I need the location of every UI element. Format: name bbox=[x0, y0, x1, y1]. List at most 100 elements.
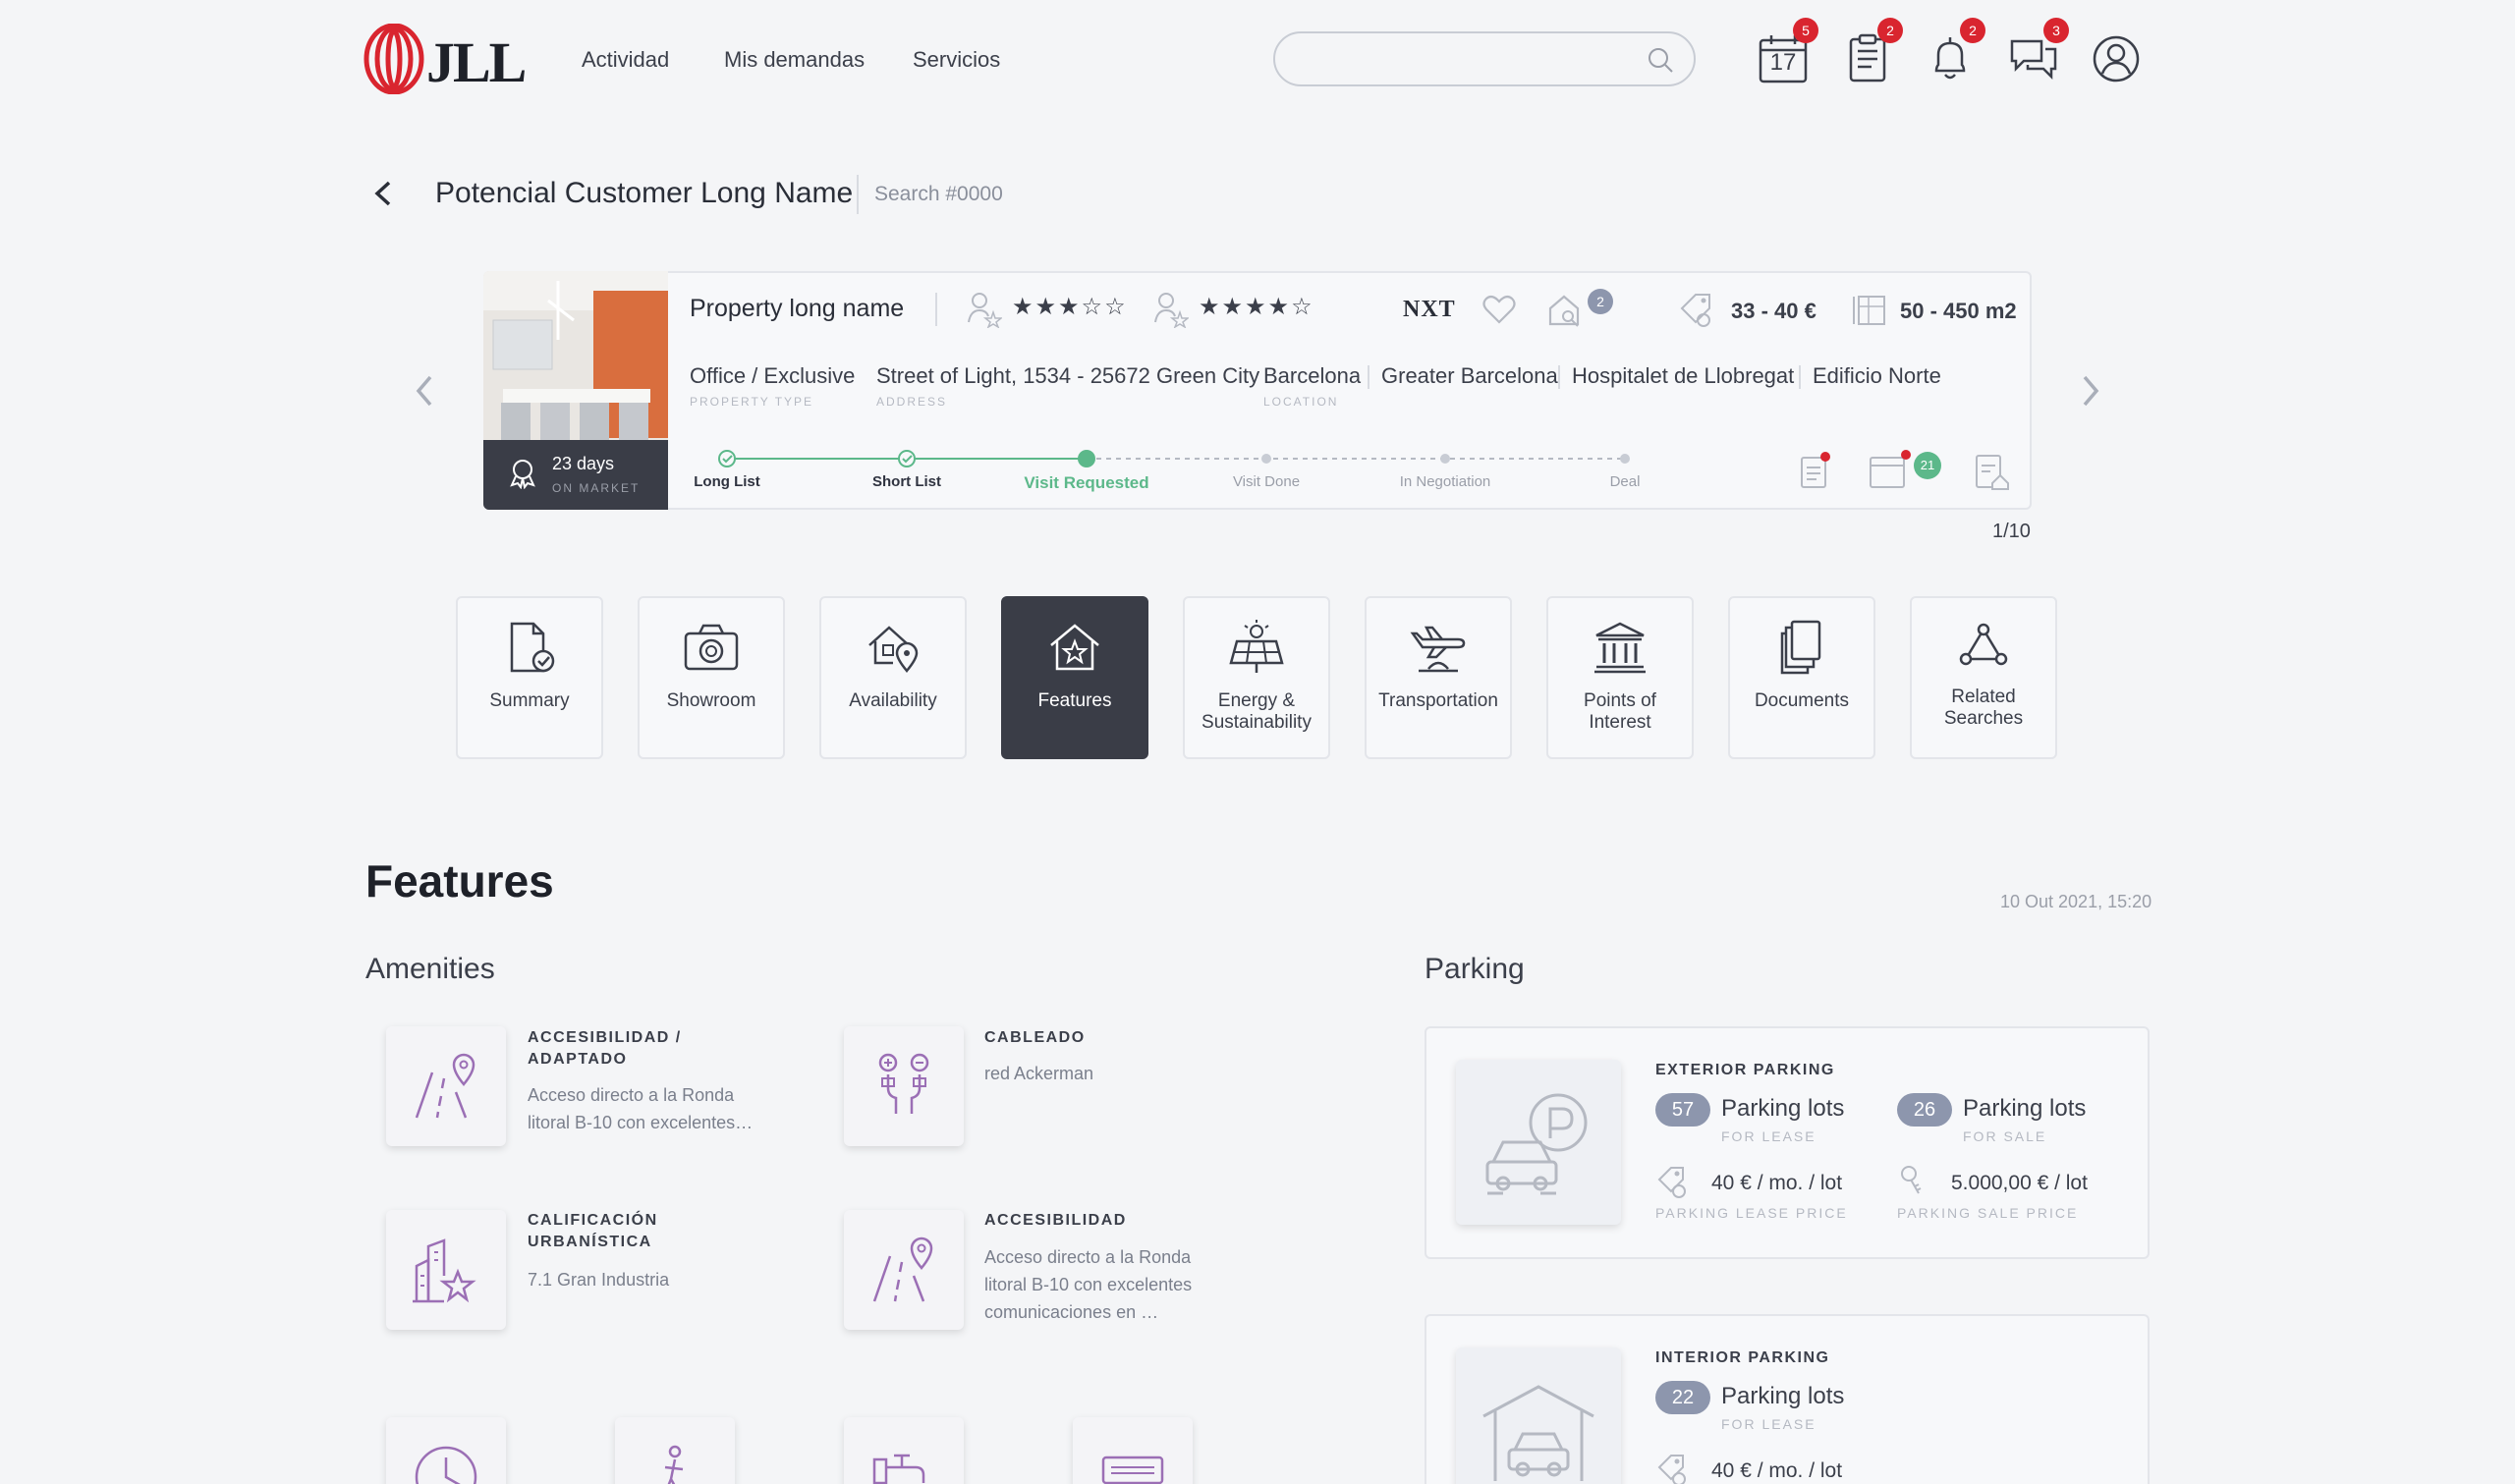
area-range: 50 - 450 m2 bbox=[1900, 299, 2017, 323]
stage-short-list[interactable]: Short List bbox=[828, 473, 985, 490]
tab-label: Documents bbox=[1754, 690, 1850, 711]
tab-transportation[interactable]: Transportation bbox=[1365, 596, 1512, 759]
days-label: ON MARKET bbox=[552, 481, 641, 495]
loc-divider bbox=[1799, 365, 1801, 389]
exterior-parking-card: EXTERIOR PARKING 57 Parking lots FOR LEA… bbox=[1425, 1026, 2150, 1259]
sale-sub: FOR SALE bbox=[1963, 1128, 2047, 1144]
calendar-day: 17 bbox=[1769, 49, 1797, 76]
document-house-icon[interactable] bbox=[1973, 452, 2010, 491]
tab-summary[interactable]: Summary bbox=[456, 596, 603, 759]
lease-price-label: PARKING LEASE PRICE bbox=[1655, 1205, 1848, 1221]
amenity-desc: 7.1 Gran Industria bbox=[528, 1270, 670, 1290]
tab-label: Summary bbox=[489, 690, 570, 711]
calendar-button[interactable]: 17 5 bbox=[1756, 18, 1818, 86]
tab-energy[interactable]: Energy & Sustainability bbox=[1183, 596, 1330, 759]
water-amenity-box bbox=[844, 1417, 964, 1484]
garage-box bbox=[1456, 1347, 1621, 1484]
schedule-count-badge: 21 bbox=[1914, 452, 1941, 479]
jll-logo-icon[interactable] bbox=[363, 24, 424, 94]
visits-badge: 2 bbox=[1588, 289, 1613, 314]
parking-car-box bbox=[1456, 1060, 1621, 1225]
lease-count-pill: 57 bbox=[1655, 1093, 1710, 1127]
tab-label: Energy & Sustainability bbox=[1202, 690, 1312, 733]
tab-features[interactable]: Features bbox=[1001, 596, 1148, 759]
amenities-title: Amenities bbox=[365, 953, 495, 985]
lease-sub: FOR LEASE bbox=[1721, 1416, 1816, 1432]
update-date: 10 Out 2021, 15:20 bbox=[2000, 892, 2152, 911]
notes-icon[interactable] bbox=[1798, 452, 1831, 489]
lease-count-pill: 22 bbox=[1655, 1381, 1710, 1414]
loc-divider bbox=[1558, 365, 1560, 389]
nav-mis-demandas[interactable]: Mis demandas bbox=[724, 47, 865, 73]
logo-text[interactable]: JLL bbox=[426, 29, 527, 95]
days-value: 23 days bbox=[552, 454, 615, 473]
camera-icon bbox=[684, 624, 739, 671]
accessibility-amenity-box bbox=[844, 1210, 964, 1330]
client-rating-icon bbox=[1154, 293, 1189, 328]
chat-badge: 3 bbox=[2043, 18, 2069, 43]
visit-house-icon[interactable] bbox=[1546, 291, 1586, 328]
plane-icon bbox=[1410, 626, 1466, 673]
stage-visit-done[interactable]: Visit Done bbox=[1188, 473, 1345, 490]
zoning-amenity-box bbox=[386, 1210, 506, 1330]
amenity-desc: red Ackerman bbox=[984, 1064, 1094, 1083]
back-arrow-icon[interactable] bbox=[369, 179, 397, 208]
lease-lots-label: Parking lots bbox=[1721, 1383, 1845, 1409]
stage-visit-requested[interactable]: Visit Requested bbox=[1008, 473, 1165, 493]
stage-in-negotiation[interactable]: In Negotiation bbox=[1367, 473, 1524, 490]
search-number: Search #0000 bbox=[874, 183, 1003, 205]
chat-button[interactable]: 3 bbox=[2006, 18, 2069, 86]
stage-long-list[interactable]: Long List bbox=[648, 473, 806, 490]
tab-label: Features bbox=[1037, 690, 1112, 711]
lease-price: 40 € / mo. / lot bbox=[1711, 1172, 1843, 1194]
location-city: Barcelona bbox=[1263, 363, 1362, 388]
loc-divider bbox=[1368, 365, 1369, 389]
tab-related-searches[interactable]: Related Searches bbox=[1910, 596, 2057, 759]
notifications-button[interactable]: 2 bbox=[1923, 18, 1985, 86]
section-title: Features bbox=[365, 855, 554, 907]
carousel-next-icon[interactable] bbox=[2077, 371, 2104, 411]
user-icon bbox=[2093, 35, 2140, 82]
road-pin-icon bbox=[415, 1053, 475, 1119]
sale-price-label: PARKING SALE PRICE bbox=[1897, 1205, 2079, 1221]
tab-availability[interactable]: Availability bbox=[819, 596, 967, 759]
agent-rating: ★★★☆☆ bbox=[1012, 294, 1128, 320]
lease-price: 40 € / mo. / lot bbox=[1711, 1459, 1843, 1482]
property-address: Street of Light, 1534 - 25672 Green City bbox=[876, 363, 1260, 388]
tab-label: Availability bbox=[849, 690, 937, 711]
tab-points-of-interest[interactable]: Points of Interest bbox=[1546, 596, 1694, 759]
sale-lots-label: Parking lots bbox=[1963, 1095, 2087, 1122]
house-star-icon bbox=[1050, 624, 1099, 671]
price-tag-icon bbox=[1657, 1167, 1686, 1198]
search-icon[interactable] bbox=[1647, 46, 1674, 74]
search-input[interactable] bbox=[1299, 43, 1633, 75]
tab-documents[interactable]: Documents bbox=[1728, 596, 1875, 759]
agent-rating-icon bbox=[968, 293, 1002, 328]
tasks-button[interactable]: 2 bbox=[1840, 18, 1903, 86]
bell-badge: 2 bbox=[1960, 18, 1985, 43]
parking-type: INTERIOR PARKING bbox=[1655, 1349, 1830, 1366]
tasks-badge: 2 bbox=[1877, 18, 1903, 43]
nav-servicios[interactable]: Servicios bbox=[913, 47, 1000, 73]
lease-sub: FOR LEASE bbox=[1721, 1128, 1816, 1144]
sale-count-pill: 26 bbox=[1897, 1093, 1952, 1127]
schedule-icon[interactable] bbox=[1867, 448, 1912, 489]
heart-icon[interactable] bbox=[1481, 293, 1517, 326]
property-name[interactable]: Property long name bbox=[690, 295, 904, 323]
card-divider bbox=[935, 293, 937, 326]
museum-icon bbox=[1594, 622, 1646, 674]
brand-logo: NXT bbox=[1403, 297, 1456, 322]
stage-deal[interactable]: Deal bbox=[1546, 473, 1704, 490]
garage-car-icon bbox=[1482, 1385, 1594, 1481]
tab-label: Showroom bbox=[666, 690, 756, 711]
user-button[interactable] bbox=[2089, 31, 2144, 86]
calendar-badge: 5 bbox=[1793, 18, 1818, 43]
amenity-title: ACCESIBILIDAD bbox=[984, 1212, 1127, 1229]
carousel-prev-icon[interactable] bbox=[411, 371, 438, 411]
nav-actividad[interactable]: Actividad bbox=[582, 47, 669, 73]
tab-label: Points of Interest bbox=[1584, 690, 1656, 733]
tab-showroom[interactable]: Showroom bbox=[638, 596, 785, 759]
price-range: 33 - 40 € bbox=[1731, 299, 1816, 323]
search-bar[interactable] bbox=[1273, 31, 1696, 86]
title-divider bbox=[857, 175, 859, 214]
